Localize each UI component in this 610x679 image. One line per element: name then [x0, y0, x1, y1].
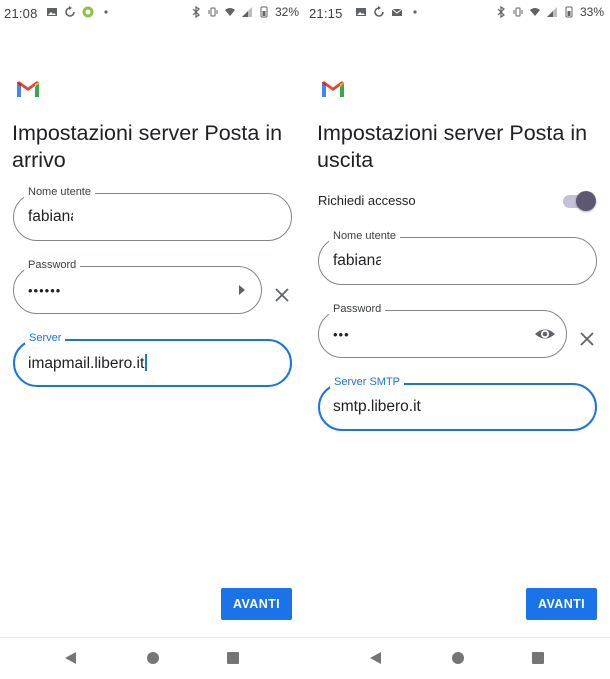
status-system-icons: 32% — [190, 5, 299, 19]
image-notification-icon — [356, 8, 366, 16]
battery-level: 32% — [274, 5, 299, 19]
server-label: Server — [25, 332, 66, 344]
server-value: imapmail.libero.it — [28, 354, 147, 373]
close-icon[interactable] — [273, 286, 291, 304]
status-bar: 21:15 33% — [305, 0, 610, 26]
recents-square-icon[interactable] — [531, 651, 545, 665]
wifi-icon — [529, 8, 540, 16]
next-button[interactable]: AVANTI — [221, 588, 292, 620]
password-value: ••• — [333, 327, 350, 342]
require-access-toggle[interactable] — [563, 191, 596, 211]
status-notification-icons — [46, 6, 112, 18]
sync-notification-icon — [374, 6, 384, 17]
wifi-icon — [224, 8, 235, 16]
bluetooth-icon — [192, 6, 200, 18]
password-field[interactable]: Password ••• — [318, 303, 567, 358]
username-label: Nome utente — [24, 186, 95, 198]
next-button[interactable]: AVANTI — [526, 588, 597, 620]
mail-notification-icon — [391, 8, 403, 16]
reveal-password-icon[interactable] — [233, 281, 251, 299]
username-field[interactable]: Nome utente fabiana — [318, 230, 597, 285]
password-field[interactable]: Password •••••• — [13, 259, 262, 314]
status-bar: 21:08 32% — [0, 0, 305, 26]
server-text: imapmail.libero.it — [28, 355, 145, 372]
text-cursor — [145, 354, 147, 371]
battery-level: 33% — [579, 5, 604, 19]
gmail-logo-icon — [17, 81, 39, 97]
status-notification-icons — [355, 6, 421, 18]
page-title: Impostazioni server Posta in arrivo — [12, 121, 283, 172]
image-notification-icon — [47, 8, 57, 16]
username-field[interactable]: Nome utente fabiana — [13, 186, 292, 241]
sync-notification-icon — [65, 6, 75, 17]
status-system-icons: 33% — [495, 5, 604, 19]
status-time: 21:15 — [309, 6, 343, 21]
back-triangle-icon[interactable] — [63, 651, 77, 665]
username-value: fabiana — [28, 208, 73, 225]
status-time: 21:08 — [4, 6, 38, 21]
toggle-knob — [576, 191, 596, 211]
vibrate-icon — [513, 7, 523, 17]
navigation-bar — [0, 637, 305, 679]
more-notifications-icon — [413, 10, 417, 14]
eye-icon[interactable] — [534, 324, 556, 344]
navigation-bar — [305, 637, 610, 679]
outgoing-settings-screen: 21:15 33% Impostazioni server Posta in u… — [305, 0, 610, 679]
smtp-server-label: Server SMTP — [330, 376, 405, 388]
password-label: Password — [24, 259, 81, 271]
server-field[interactable]: Server imapmail.libero.it — [13, 332, 292, 387]
bluetooth-icon — [497, 6, 505, 18]
incoming-settings-screen: 21:08 32% Impostazioni server Posta in a… — [0, 0, 305, 679]
battery-icon — [260, 6, 268, 18]
close-icon[interactable] — [578, 330, 596, 348]
gmail-logo-icon — [322, 81, 344, 97]
signal-icon — [546, 7, 557, 17]
signal-icon — [241, 7, 252, 17]
recents-square-icon[interactable] — [226, 651, 240, 665]
require-access-label: Richiedi accesso — [318, 193, 416, 208]
smtp-server-value: smtp.libero.it — [333, 398, 421, 415]
username-value: fabiana — [333, 252, 381, 269]
vibrate-icon — [208, 7, 218, 17]
password-label: Password — [329, 303, 386, 315]
smtp-server-field[interactable]: Server SMTP smtp.libero.it — [318, 376, 597, 431]
more-notifications-icon — [104, 10, 108, 14]
home-circle-icon[interactable] — [146, 651, 160, 665]
battery-icon — [565, 6, 573, 18]
page-title: Impostazioni server Posta in uscita — [317, 121, 588, 172]
back-triangle-icon[interactable] — [368, 651, 382, 665]
username-label: Nome utente — [329, 230, 400, 242]
app-notification-icon — [82, 6, 94, 18]
home-circle-icon[interactable] — [451, 651, 465, 665]
password-value: •••••• — [28, 283, 62, 298]
